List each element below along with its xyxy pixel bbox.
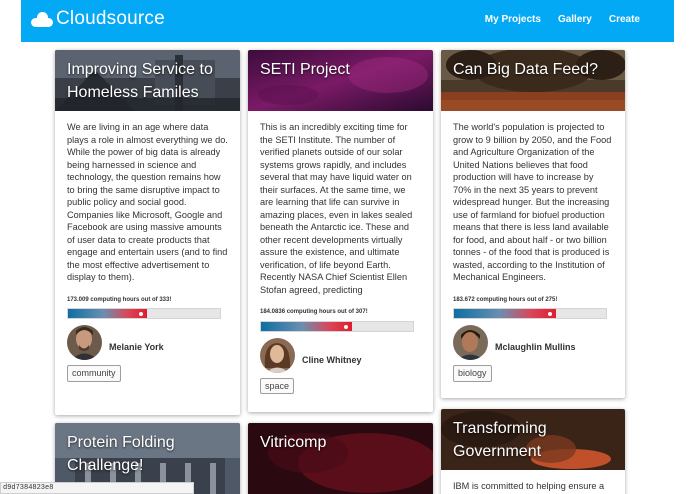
author-name[interactable]: Mclaughlin Mullins (495, 341, 576, 354)
progress-fill (68, 309, 148, 318)
card-title[interactable]: SETI Project (260, 58, 425, 81)
card-title[interactable]: Transforming Government (453, 417, 617, 463)
avatar[interactable] (260, 337, 295, 373)
card-description: The world's population is projected to g… (453, 122, 612, 282)
project-card-vitricomp[interactable]: Vitricomp (248, 423, 433, 494)
computing-hours: 183.672 computing hours out of 275! (453, 296, 558, 303)
author-name[interactable]: Melanie York (109, 341, 164, 354)
brand-name: Cloudsource (56, 8, 165, 29)
progress-marker (547, 312, 552, 316)
cloud-icon (31, 11, 53, 27)
progress-marker (139, 312, 144, 316)
author: Mclaughlin Mullins (453, 325, 613, 360)
author: Cline Whitney (260, 337, 421, 373)
status-bar: d9d7384823e8 (0, 482, 194, 494)
avatar[interactable] (67, 325, 102, 360)
nav-gallery[interactable]: Gallery (558, 14, 592, 25)
author-name[interactable]: Cline Whitney (302, 354, 362, 367)
computing-hours: 173.009 computing hours out of 333! (67, 296, 172, 303)
card-image-vitricomp: Vitricomp (248, 423, 433, 494)
project-card-big-data-feed[interactable]: Can Big Data Feed? The world's populatio… (441, 50, 625, 398)
tag-community[interactable]: community (67, 365, 121, 382)
card-image-seti: SETI Project (248, 50, 433, 111)
card-title[interactable]: Improving Service to Homeless Familes (67, 58, 232, 104)
card-image-feed: Can Big Data Feed? (441, 50, 625, 111)
card-description: IBM is committed to helping ensure a (453, 481, 605, 491)
progress-fill (454, 309, 556, 318)
author: Melanie York (67, 325, 228, 360)
card-title[interactable]: Vitricomp (260, 431, 425, 454)
project-card-homeless[interactable]: Improving Service to Homeless Familes We… (55, 50, 240, 415)
progress-marker (344, 324, 349, 329)
progress-bar (67, 308, 221, 319)
computing-hours: 184.0836 computing hours out of 307! (260, 309, 368, 315)
tag-space[interactable]: space (260, 377, 295, 394)
project-card-seti[interactable]: SETI Project This is an incredibly excit… (248, 50, 433, 412)
tag-biology[interactable]: biology (453, 365, 492, 382)
card-title[interactable]: Protein Folding Challenge! (67, 431, 232, 477)
project-card-transforming-government[interactable]: Transforming Government IBM is committed… (441, 409, 625, 494)
avatar[interactable] (453, 325, 488, 360)
progress-bar (260, 320, 414, 332)
card-image-government: Transforming Government (441, 409, 625, 470)
brand-link[interactable]: Cloudsource (31, 8, 165, 30)
nav-my-projects[interactable]: My Projects (485, 14, 541, 25)
card-description: This is an incredibly exciting time for … (260, 122, 413, 295)
card-description: We are living in an age where data plays… (67, 122, 228, 282)
navbar: Cloudsource My Projects Gallery Create (21, 0, 674, 42)
card-title[interactable]: Can Big Data Feed? (453, 58, 617, 81)
progress-bar (453, 308, 607, 319)
nav-links: My Projects Gallery Create (485, 14, 640, 25)
progress-fill (261, 321, 353, 331)
nav-create[interactable]: Create (609, 14, 640, 25)
card-image-homeless: Improving Service to Homeless Familes (55, 50, 240, 111)
